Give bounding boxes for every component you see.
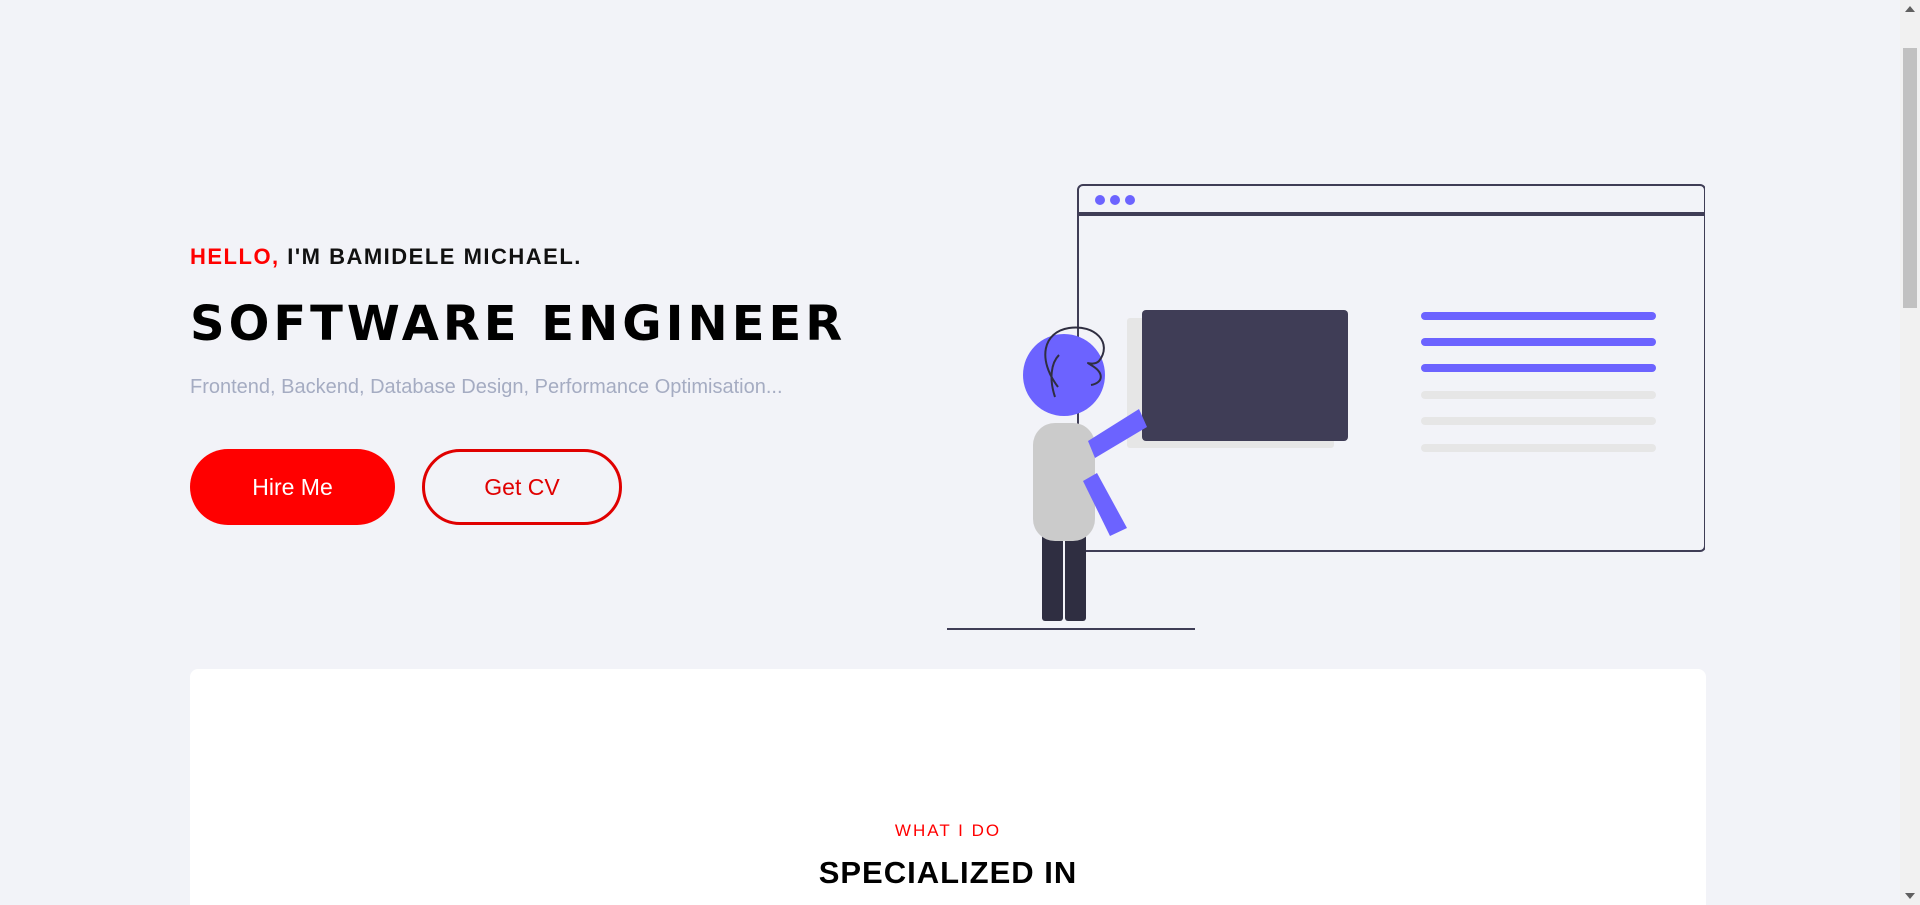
hero-buttons: Hire Me Get CV [190, 449, 890, 525]
hero-section: HELLO, I'M BAMIDELE MICHAEL. SOFTWARE EN… [190, 244, 890, 525]
hero-name: I'M BAMIDELE MICHAEL. [279, 244, 582, 269]
grey-line [1421, 417, 1656, 425]
scroll-down-arrow-icon[interactable] [1905, 893, 1915, 899]
vertical-scrollbar[interactable] [1900, 0, 1920, 905]
services-section: WHAT I DO SPECIALIZED IN [190, 669, 1706, 905]
grey-line [1421, 444, 1656, 452]
presentation-illustration [947, 184, 1706, 630]
hero-greeting: HELLO, I'M BAMIDELE MICHAEL. [190, 244, 890, 270]
services-eyebrow: WHAT I DO [894, 821, 1002, 840]
page: HELLO, I'M BAMIDELE MICHAEL. SOFTWARE EN… [0, 0, 1900, 905]
person-head [1023, 334, 1105, 416]
hero-role: SOFTWARE ENGINEER [190, 296, 847, 352]
services-heading: SPECIALIZED IN [818, 855, 1078, 890]
window-dot-icon [1125, 195, 1135, 205]
hero-hello: HELLO, [190, 244, 280, 269]
window-dot-icon [1095, 195, 1105, 205]
purple-line [1421, 338, 1656, 346]
person-leg [1065, 528, 1086, 621]
hire-me-button[interactable]: Hire Me [190, 449, 395, 525]
window-dot-icon [1110, 195, 1120, 205]
hero-illustration [945, 183, 1706, 638]
person-leg [1042, 528, 1063, 621]
scrollbar-thumb[interactable] [1903, 48, 1917, 308]
get-cv-button[interactable]: Get CV [422, 449, 622, 525]
content-dark-block [1142, 310, 1348, 441]
purple-line [1421, 364, 1656, 372]
purple-line [1421, 312, 1656, 320]
hero-skills: Frontend, Backend, Database Design, Perf… [190, 376, 783, 398]
grey-line [1421, 391, 1656, 399]
scroll-up-arrow-icon[interactable] [1905, 6, 1915, 12]
